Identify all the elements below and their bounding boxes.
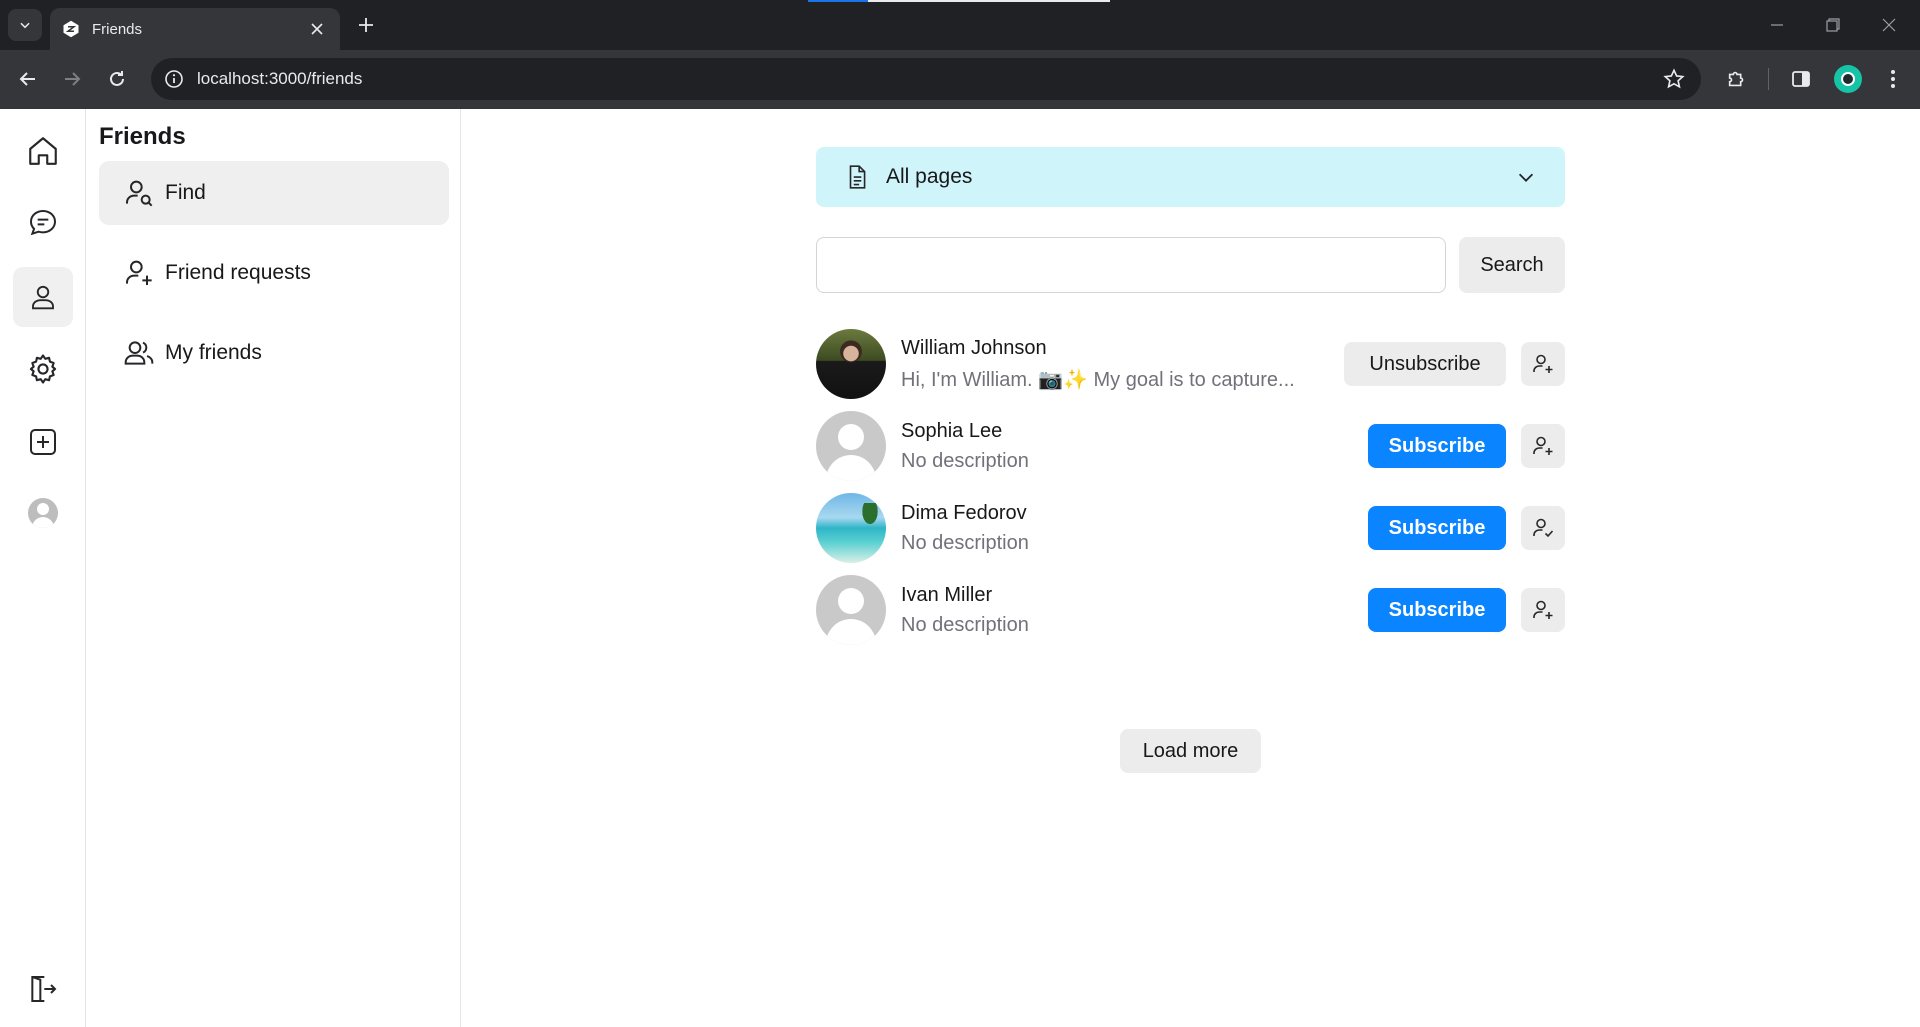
search-row: Search [816,237,1565,293]
home-icon [29,137,57,165]
extensions-button[interactable] [1722,64,1752,94]
user-row-ivan-miller: Ivan Miller No description Subscribe [816,569,1565,651]
search-button[interactable]: Search [1459,237,1565,293]
user-check-icon [1533,518,1554,538]
rail-friends-button[interactable] [13,267,73,327]
user-list: William Johnson Hi, I'm William. 📷✨ My g… [816,323,1565,651]
chevron-down-icon [20,22,30,29]
user-plus-icon [1533,600,1553,619]
back-button[interactable] [12,63,44,95]
pages-dropdown-label: All pages [886,165,973,188]
rail-settings-button[interactable] [13,339,73,399]
logout-icon [31,976,57,1002]
close-icon [311,23,323,35]
new-tab-button[interactable] [352,11,380,39]
minimize-button[interactable] [1762,10,1792,40]
user-row-dima-fedorov: Dima Fedorov No description Subscribe [816,487,1565,569]
user-avatar[interactable] [816,411,886,481]
loading-indicator [808,0,868,2]
rail-create-button[interactable] [13,412,73,472]
user-row-william-johnson: William Johnson Hi, I'm William. 📷✨ My g… [816,323,1565,405]
icon-rail [0,109,86,1027]
add-friend-button[interactable] [1521,342,1565,386]
tab-title: Friends [92,20,143,38]
restore-icon [1826,18,1840,32]
bookmark-star-icon[interactable] [1663,68,1685,90]
user-avatar[interactable] [816,493,886,563]
arrow-left-icon [19,72,35,86]
add-friend-button[interactable] [1521,588,1565,632]
subnav-item-my-friends[interactable]: My friends [99,321,449,385]
app-favicon-icon [63,20,79,38]
forward-button[interactable] [56,63,88,95]
loading-indicator-track [868,0,1110,2]
rail-profile-button[interactable] [13,483,73,543]
address-bar[interactable]: localhost:3000/friends [151,58,1701,100]
close-icon [1882,18,1896,32]
rail-home-button[interactable] [13,121,73,181]
load-more-button[interactable]: Load more [1120,729,1261,773]
browser-menu-button[interactable] [1878,64,1908,94]
close-window-button[interactable] [1874,10,1904,40]
gear-icon [29,354,57,384]
toolbar-divider [1768,68,1769,90]
subscribe-button[interactable]: Subscribe [1368,424,1506,468]
puzzle-icon [1728,71,1744,87]
subscribe-button[interactable]: Subscribe [1368,506,1506,550]
close-tab-button[interactable] [306,18,328,40]
search-input[interactable] [816,237,1446,293]
user-search-icon [126,180,153,207]
unsubscribe-button[interactable]: Unsubscribe [1344,342,1506,386]
friend-request-sent-button[interactable] [1521,506,1565,550]
browser-tabbar: Friends [0,0,1920,50]
arrow-right-icon [65,72,81,86]
subscribe-button[interactable]: Subscribe [1368,588,1506,632]
subnav-item-label: Find [165,181,206,204]
tab-search-button[interactable] [8,9,42,41]
user-plus-icon [1533,436,1553,455]
plus-icon [359,18,373,32]
plus-square-icon [30,429,56,455]
user-plus-icon [1533,354,1553,373]
address-url: localhost:3000/friends [197,69,363,88]
subnav-title: Friends [99,123,186,150]
user-icon [32,285,54,310]
users-icon [124,341,154,365]
add-friend-button[interactable] [1521,424,1565,468]
chat-icon [29,209,57,236]
browser-toolbar: localhost:3000/friends [0,50,1920,109]
pages-dropdown[interactable]: All pages [816,147,1565,207]
rail-logout-button[interactable] [13,959,73,1019]
rail-messages-button[interactable] [13,193,73,253]
friends-subnav: Friends Find Friend requests My friends [87,109,461,1027]
reload-icon [110,71,124,86]
subnav-item-friend-requests[interactable]: Friend requests [99,241,449,305]
side-panel-button[interactable] [1786,64,1816,94]
profile-avatar-button[interactable] [1834,65,1862,93]
user-avatar[interactable] [816,575,886,645]
user-row-sophia-lee: Sophia Lee No description Subscribe [816,405,1565,487]
browser-tab[interactable]: Friends [50,8,340,50]
reload-button[interactable] [101,63,133,95]
document-icon [849,165,866,189]
user-avatar[interactable] [816,329,886,399]
chevron-down-icon [1518,173,1534,182]
user-plus-icon [126,260,152,285]
site-info-icon[interactable] [163,68,185,90]
subnav-item-find[interactable]: Find [99,161,449,225]
subnav-item-label: Friend requests [165,261,311,284]
subnav-item-label: My friends [165,341,262,364]
minimize-icon [1771,24,1783,26]
friends-main: All pages Search William Johnson Hi, I'm… [816,147,1565,773]
side-panel-icon [1792,71,1810,87]
load-more-wrap: Load more [816,729,1565,773]
restore-button[interactable] [1818,10,1848,40]
avatar-icon [28,498,58,528]
app-page: Friends Find Friend requests My friends … [0,109,1920,1027]
more-vertical-icon [1891,70,1895,88]
profile-avatar-icon [1841,72,1855,86]
